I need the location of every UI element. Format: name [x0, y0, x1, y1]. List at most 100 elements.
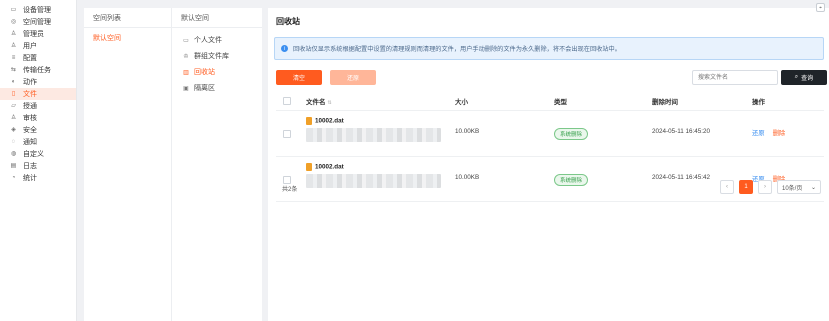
file-path-redacted: [306, 128, 441, 142]
space-menu-recycle-bin[interactable]: ▥ 回收站: [172, 64, 262, 80]
clear-button[interactable]: 清空: [276, 70, 322, 85]
nav-item-audit[interactable]: ♙ 审核: [0, 112, 76, 124]
prev-page-button[interactable]: ‹: [720, 180, 734, 194]
bell-icon: ◌: [11, 139, 16, 145]
table-header: 文件名 ⇅ 大小 类型 删除时间 操作: [276, 92, 824, 110]
nav-item-label: 授通: [23, 103, 37, 110]
nav-item-stats[interactable]: ◔ 统计: [0, 172, 76, 184]
group-icon: ♔: [183, 53, 189, 60]
row-checkbox[interactable]: [283, 130, 291, 138]
search-input[interactable]: [692, 70, 778, 85]
custom-icon: ◍: [10, 151, 17, 157]
nav-item-label: 传输任务: [23, 67, 51, 74]
user-icon: ♙: [10, 43, 17, 49]
type-cell: 系统删除: [554, 128, 589, 140]
nav-item-custom[interactable]: ◍ 自定义: [0, 148, 76, 160]
nav-item-transfer[interactable]: ⇆ 传输任务: [0, 64, 76, 76]
nav-item-spaces[interactable]: ◎ 空间管理: [0, 16, 76, 28]
audit-icon: ♙: [10, 115, 17, 121]
space-menu-panel: 默认空间 ▭ 个人文件 ♔ 群组文件库 ▥ 回收站 ▣ 隔离区: [172, 8, 262, 321]
column-size: 大小: [455, 99, 468, 106]
space-list-title: 空间列表: [84, 8, 171, 28]
nav-item-label: 用户: [23, 43, 37, 50]
space-menu-label: 群组文件库: [194, 53, 229, 60]
nav-item-label: 设备管理: [23, 7, 51, 14]
nav-item-users[interactable]: ♙ 用户: [0, 40, 76, 52]
delete-time: 2024-05-11 16:45:20: [652, 128, 711, 135]
search-icon: ⌕: [794, 74, 799, 80]
nav-item-label: 统计: [23, 175, 37, 182]
nav-item-label: 安全: [23, 127, 37, 134]
folder-icon: ▭: [183, 37, 189, 44]
column-name[interactable]: 文件名 ⇅: [306, 96, 332, 106]
column-name-label: 文件名: [306, 99, 326, 106]
space-menu-label: 隔离区: [194, 85, 215, 92]
nav-item-notify[interactable]: ◌ 通知: [0, 136, 76, 148]
column-type: 类型: [554, 99, 567, 106]
space-menu-title: 默认空间: [172, 8, 262, 28]
nav-item-logs[interactable]: ▤ 日志: [0, 160, 76, 172]
config-icon: ≡: [11, 55, 16, 61]
operation-cell: 还原 删除: [752, 128, 793, 137]
space-list-panel: 空间列表 默认空间: [84, 8, 172, 321]
page-size-value: 10条/页: [782, 185, 803, 192]
file-size: 10.00KB: [455, 174, 480, 181]
document-icon: [306, 117, 312, 125]
row-checkbox[interactable]: [283, 176, 291, 184]
nav-item-security[interactable]: ◈ 安全: [0, 124, 76, 136]
query-button[interactable]: ⌕ 查询: [781, 70, 827, 85]
status-badge: 系统删除: [554, 174, 589, 186]
nav-item-label: 通知: [23, 139, 37, 146]
column-time: 删除时间: [652, 99, 678, 106]
total-count: 共2条: [282, 187, 298, 193]
space-menu-label: 回收站: [194, 69, 215, 76]
space-list-item-default[interactable]: 默认空间: [84, 28, 171, 48]
nav-item-label: 管理员: [23, 31, 44, 38]
nav-item-label: 空间管理: [23, 19, 51, 26]
delete-link[interactable]: 删除: [773, 130, 786, 137]
type-cell: 系统删除: [554, 174, 589, 186]
space-menu-group-library[interactable]: ♔ 群组文件库: [172, 48, 262, 64]
select-all-checkbox[interactable]: [283, 97, 291, 105]
log-icon: ▤: [10, 163, 17, 169]
info-icon: i: [281, 45, 288, 52]
notice-text: 回收站仅显示系统根据配置中设置的清理规则而清理的文件，用户手动删除的文件为永久删…: [293, 46, 621, 53]
file-name: 10002.dat: [306, 163, 344, 171]
isolation-icon: ▣: [183, 85, 189, 92]
next-page-button[interactable]: ›: [758, 180, 772, 194]
chart-icon: ◔: [11, 175, 16, 181]
page-size-select[interactable]: 10条/页 ⌄: [777, 180, 821, 194]
space-menu-label: 个人文件: [194, 37, 222, 44]
nav-item-label: 自定义: [23, 151, 44, 158]
restore-button[interactable]: 还原: [330, 70, 376, 85]
nav-item-files[interactable]: ▯ 文件: [0, 88, 76, 100]
space-menu-personal-files[interactable]: ▭ 个人文件: [172, 32, 262, 48]
chevron-left-icon: ‹: [726, 184, 728, 190]
nav-item-authorize[interactable]: ▱ 授通: [0, 100, 76, 112]
sort-icon: ⇅: [327, 100, 332, 106]
admin-icon: ♙: [10, 31, 17, 37]
info-notice: i 回收站仅显示系统根据配置中设置的清理规则而清理的文件，用户手动删除的文件为永…: [274, 37, 824, 60]
file-size: 10.00KB: [455, 128, 480, 135]
column-operation: 操作: [752, 99, 765, 106]
monitor-icon: ▭: [10, 7, 17, 13]
nav-item-config[interactable]: ≡ 配置: [0, 52, 76, 64]
nav-item-actions[interactable]: ◐ 动作: [0, 76, 76, 88]
page-button[interactable]: 1: [739, 180, 753, 194]
restore-link[interactable]: 还原: [752, 130, 765, 137]
file-path-redacted: [306, 174, 441, 188]
table-row: 10002.dat 10.00KB 系统删除 2024-05-11 16:45:…: [276, 110, 824, 156]
file-name-text: 10002.dat: [315, 117, 344, 125]
shield-icon: ◈: [11, 127, 16, 133]
document-icon: [306, 163, 312, 171]
chevron-right-icon: ›: [764, 184, 766, 190]
file-name-text: 10002.dat: [315, 163, 344, 171]
delete-time: 2024-05-11 16:45:42: [652, 174, 711, 181]
expand-icon[interactable]: ⌖: [816, 3, 825, 12]
nav-item-admins[interactable]: ♙ 管理员: [0, 28, 76, 40]
file-name: 10002.dat: [306, 117, 344, 125]
nav-item-devices[interactable]: ▭ 设备管理: [0, 4, 76, 16]
nav-item-label: 动作: [23, 79, 37, 86]
nav-item-label: 文件: [23, 91, 37, 98]
space-menu-isolation[interactable]: ▣ 隔离区: [172, 80, 262, 96]
